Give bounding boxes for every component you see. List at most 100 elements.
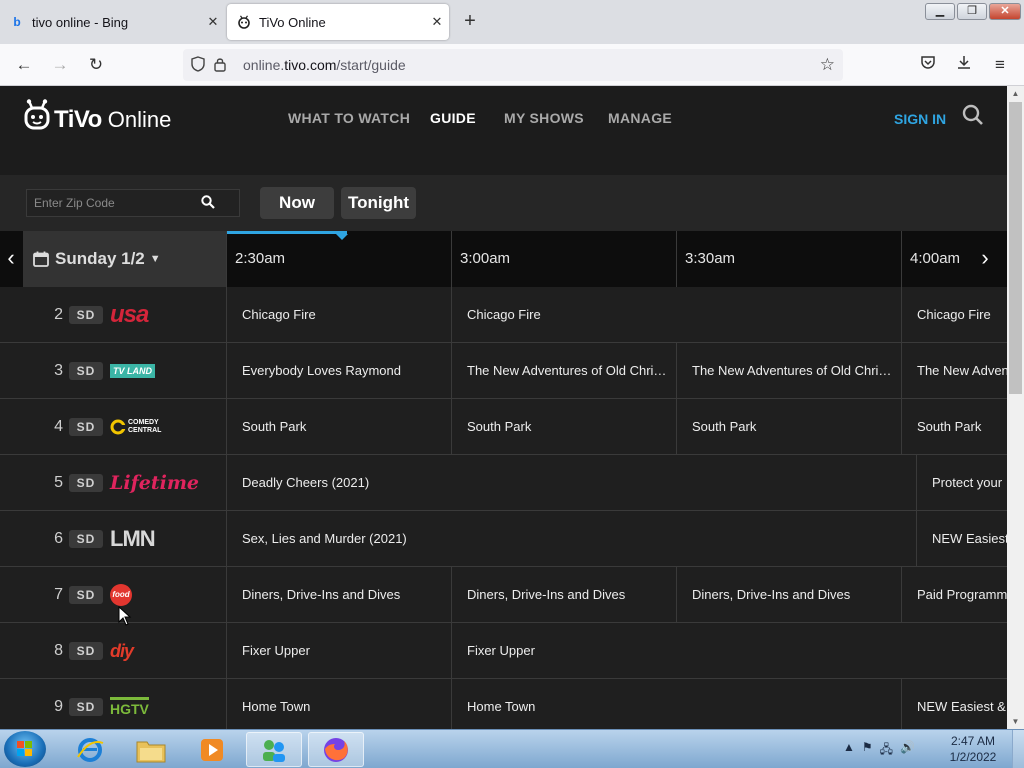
show-desktop-button[interactable] <box>1012 730 1024 768</box>
current-time-marker <box>336 234 348 240</box>
close-tab-icon[interactable]: ✕ <box>425 14 449 30</box>
current-time-indicator <box>227 231 347 234</box>
program-cell[interactable]: South Park <box>676 399 901 454</box>
address-bar[interactable]: online.tivo.com/start/guide ☆ <box>183 49 843 81</box>
tonight-button[interactable]: Tonight <box>341 187 416 219</box>
browser-tab-tivo[interactable]: TiVo Online ✕ <box>227 4 449 40</box>
browser-tab-strip: b tivo online - Bing ✕ TiVo Online ✕ + ▁… <box>0 0 1024 44</box>
channel-cell[interactable]: 3 SD TV LAND <box>0 343 226 398</box>
channel-cell[interactable]: 4 SD COMEDY CENTRAL <box>0 399 226 454</box>
scrollbar-thumb[interactable] <box>1009 102 1022 394</box>
menu-icon[interactable]: ≡ <box>988 53 1012 77</box>
program-cell[interactable]: Diners, Drive-Ins and Dives <box>451 567 676 622</box>
firefox-icon[interactable] <box>308 732 364 767</box>
new-tab-button[interactable]: + <box>458 10 482 34</box>
chevron-left-icon[interactable]: ‹ <box>0 231 22 287</box>
search-icon[interactable] <box>962 104 984 126</box>
channel-number: 2 <box>54 306 63 323</box>
forward-icon[interactable]: → <box>48 53 72 77</box>
program-cell[interactable]: Diners, Drive-Ins and Dives <box>226 567 451 622</box>
program-cell[interactable]: The New Adventures of Old Christine <box>451 343 676 398</box>
file-explorer-icon[interactable] <box>123 732 179 767</box>
channel-row: 5 SD Lifetime Deadly Cheers (2021) Prote… <box>0 455 1007 511</box>
tab-title: tivo online - Bing <box>32 14 129 30</box>
channel-row: 9 SD HGTV Home Town Home Town NEW Easies… <box>0 679 1007 729</box>
program-cell[interactable]: NEW Easiest <box>916 511 1007 566</box>
media-player-icon[interactable] <box>184 732 240 767</box>
action-center-icon[interactable]: ⚑ <box>862 740 873 761</box>
browser-tab-bing[interactable]: b tivo online - Bing ✕ <box>0 4 225 40</box>
program-cell[interactable]: Home Town <box>226 679 451 729</box>
program-cell[interactable]: Chicago Fire <box>901 287 1007 342</box>
zip-search-icon[interactable] <box>201 195 217 211</box>
scroll-up-icon[interactable]: ▲ <box>1007 86 1024 101</box>
nav-my-shows[interactable]: MY SHOWS <box>504 110 584 126</box>
users-app-icon[interactable] <box>246 732 302 767</box>
quality-badge: SD <box>69 362 103 380</box>
reload-icon[interactable]: ↻ <box>84 53 108 77</box>
quality-badge: SD <box>69 474 103 492</box>
back-icon[interactable]: ← <box>12 53 36 77</box>
sign-in-link[interactable]: SIGN IN <box>894 111 946 127</box>
network-icon[interactable]: 🖧 <box>880 740 893 761</box>
chevron-right-icon[interactable]: › <box>972 231 998 287</box>
restore-button[interactable]: ❐ <box>957 3 987 20</box>
program-cell[interactable]: Chicago Fire <box>451 287 901 342</box>
quality-badge: SD <box>69 642 103 660</box>
channel-row: 8 SD diy Fixer Upper Fixer Upper <box>0 623 1007 679</box>
browser-navbar: ← → ↻ online.tivo.com/start/guide ☆ ≡ <box>0 44 1024 86</box>
program-cell[interactable]: Deadly Cheers (2021) <box>226 455 916 510</box>
channel-cell[interactable]: 6 SD LMN <box>0 511 226 566</box>
program-cell[interactable]: Protect your <box>916 455 1007 510</box>
program-cell[interactable]: NEW Easiest & F <box>901 679 1007 729</box>
channel-row: 7 SD food Diners, Drive-Ins and Dives Di… <box>0 567 1007 623</box>
tray-expand-icon[interactable]: ▲ <box>843 740 855 761</box>
scroll-down-icon[interactable]: ▼ <box>1007 714 1024 729</box>
nav-manage[interactable]: MANAGE <box>608 110 672 126</box>
program-cell[interactable]: Fixer Upper <box>451 623 1007 678</box>
channel-number: 9 <box>54 698 63 715</box>
program-cell[interactable]: Chicago Fire <box>226 287 451 342</box>
bookmark-star-icon[interactable]: ☆ <box>820 55 835 75</box>
channel-number: 5 <box>54 474 63 491</box>
channel-cell[interactable]: 2 SD usa <box>0 287 226 342</box>
channel-number: 8 <box>54 642 63 659</box>
close-tab-icon[interactable]: ✕ <box>201 14 225 30</box>
program-cell[interactable]: South Park <box>451 399 676 454</box>
channel-cell[interactable]: 9 SD HGTV <box>0 679 226 729</box>
nav-what-to-watch[interactable]: WHAT TO WATCH <box>288 110 410 126</box>
program-cell[interactable]: Paid Programming <box>901 567 1007 622</box>
pocket-icon[interactable] <box>916 53 940 77</box>
calendar-icon <box>33 251 49 267</box>
internet-explorer-icon[interactable] <box>62 732 118 767</box>
downloads-icon[interactable] <box>952 53 976 77</box>
program-cell[interactable]: South Park <box>226 399 451 454</box>
taskbar-clock[interactable]: 2:47 AM 1/2/2022 <box>940 733 1006 765</box>
channel-row: 6 SD LMN Sex, Lies and Murder (2021) NEW… <box>0 511 1007 567</box>
page-info-icon[interactable] <box>209 56 231 75</box>
vertical-scrollbar[interactable]: ▲ ▼ <box>1007 86 1024 729</box>
channel-cell[interactable]: 8 SD diy <box>0 623 226 678</box>
windows-taskbar: ▲ ⚑ 🖧 🔊 2:47 AM 1/2/2022 <box>0 729 1024 768</box>
tivo-logo[interactable]: TiVo Online <box>24 99 171 140</box>
program-cell[interactable]: South Park <box>901 399 1007 454</box>
quality-badge: SD <box>69 306 103 324</box>
program-cell[interactable]: Home Town <box>451 679 901 729</box>
program-cell[interactable]: Everybody Loves Raymond <box>226 343 451 398</box>
now-button[interactable]: Now <box>260 187 334 219</box>
program-cell[interactable]: The New Adventures of Old Christine <box>901 343 1007 398</box>
program-cell[interactable]: The New Adventures of Old Christine <box>676 343 901 398</box>
channel-cell[interactable]: 5 SD Lifetime <box>0 455 226 510</box>
close-window-button[interactable]: ✕ <box>989 3 1021 20</box>
volume-icon[interactable]: 🔊 <box>900 740 915 761</box>
program-cell[interactable]: Fixer Upper <box>226 623 451 678</box>
minimize-button[interactable]: ▁ <box>925 3 955 20</box>
nav-guide[interactable]: GUIDE <box>430 110 476 126</box>
channel-cell[interactable]: 7 SD food <box>0 567 226 622</box>
program-cell[interactable]: Diners, Drive-Ins and Dives <box>676 567 901 622</box>
program-cell[interactable]: Sex, Lies and Murder (2021) <box>226 511 916 566</box>
mouse-cursor-icon <box>118 606 132 626</box>
date-selector[interactable]: Sunday 1/2 ▼ <box>23 231 226 287</box>
start-button[interactable] <box>4 731 46 767</box>
shield-icon[interactable] <box>187 55 209 75</box>
